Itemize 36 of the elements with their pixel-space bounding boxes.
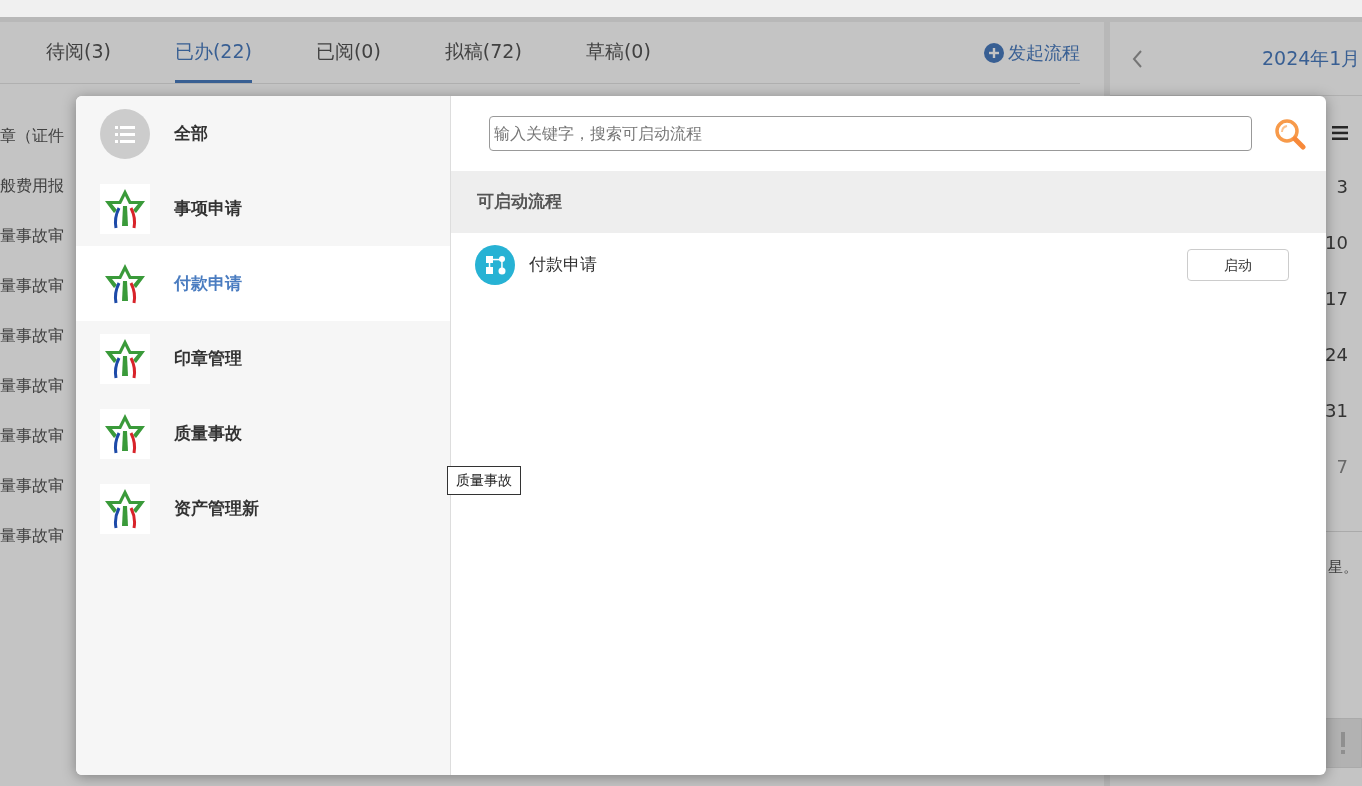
flow-icon [475,245,515,285]
search-icon[interactable] [1274,117,1306,150]
plus-circle-icon [984,42,1004,63]
list-icon [100,108,150,159]
exclamation-icon [1340,732,1346,754]
calendar-date[interactable]: 3 [1336,173,1348,229]
menu-icon[interactable] [1332,126,1348,140]
category-item[interactable]: 全部 [76,96,450,171]
start-process-link[interactable]: 发起流程 [984,22,1080,83]
calendar-date[interactable]: 24 [1325,341,1348,397]
search-field[interactable]: 输入关键字，搜索可启动流程 [489,116,1252,151]
logo-icon [100,483,150,534]
tab[interactable]: 已阅(0) [315,22,381,83]
category-item[interactable]: 事项申请 [76,171,450,246]
calendar-date[interactable]: 17 [1325,285,1348,341]
category-item[interactable]: 质量事故 [76,396,450,471]
feedback-button[interactable] [1324,718,1362,768]
tab[interactable]: 待阅(3) [46,22,111,83]
process-name: 付款申请 [529,253,597,277]
category-item[interactable]: 资产管理新 [76,471,450,546]
tooltip: 质量事故 [447,466,521,495]
calendar-date[interactable]: 31 [1325,397,1348,453]
calendar-month: 2024年1月 [1262,46,1361,72]
tab[interactable]: 拟稿(72) [444,22,522,83]
section-title: 可启动流程 [451,171,1326,233]
category-item[interactable]: 付款申请 [76,246,450,321]
tab[interactable]: 已办(22) [174,22,252,83]
logo-icon [100,408,150,459]
calendar-date[interactable]: 10 [1325,229,1348,285]
logo-icon [100,333,150,384]
start-button[interactable]: 启动 [1187,249,1289,281]
calendar-note: 星。 [1328,557,1359,578]
tab[interactable]: 草稿(0) [585,22,651,83]
chevron-left-icon[interactable] [1132,49,1142,68]
category-item[interactable]: 印章管理 [76,321,450,396]
logo-icon [100,183,150,234]
